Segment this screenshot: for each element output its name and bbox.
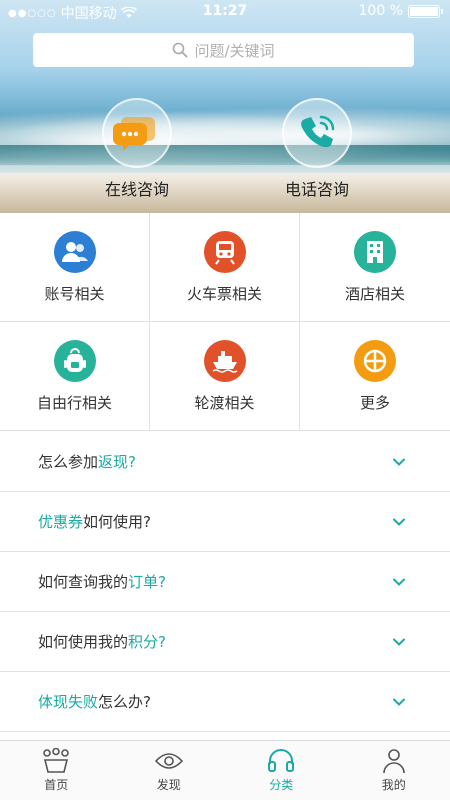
tab-label: 首页 bbox=[44, 778, 69, 792]
search-placeholder: 问题/关键词 bbox=[194, 41, 275, 60]
users-icon bbox=[53, 230, 96, 273]
category-grid: 账号相关 火车票相关 酒店相关 自由行相关 轮渡相关 更多 bbox=[0, 213, 450, 431]
tab-discover[interactable]: 发现 bbox=[113, 741, 226, 800]
faq-item-withdraw-failed[interactable]: 体现失败怎么办? bbox=[0, 672, 450, 732]
chat-bubbles-icon bbox=[102, 98, 172, 168]
category-label: 账号相关 bbox=[44, 284, 105, 303]
phone-consult-button[interactable]: 电话咨询 bbox=[252, 98, 382, 200]
category-account[interactable]: 账号相关 bbox=[0, 213, 150, 322]
category-train[interactable]: 火车票相关 bbox=[150, 213, 300, 322]
tab-category[interactable]: 分类 bbox=[225, 741, 338, 800]
search-input[interactable]: 问题/关键词 bbox=[33, 33, 414, 67]
chevron-down-icon bbox=[393, 458, 405, 466]
category-label: 自由行相关 bbox=[36, 393, 112, 412]
status-bar: ●●○○○ 中国移动 11:27 100 % bbox=[0, 0, 450, 24]
tab-bar: 首页 发现 分类 我的 bbox=[0, 740, 450, 800]
faq-question: 如何查询我的订单? bbox=[38, 573, 166, 591]
hotel-icon bbox=[354, 230, 396, 273]
backpack-icon bbox=[53, 339, 96, 382]
category-more[interactable]: 更多 bbox=[300, 322, 450, 431]
faq-item-coupon[interactable]: 优惠券如何使用? bbox=[0, 492, 450, 552]
tab-label: 发现 bbox=[156, 778, 181, 792]
train-icon bbox=[203, 230, 246, 273]
hero-banner: ●●○○○ 中国移动 11:27 100 % 问题/关键词 在线咨询 电话咨询 bbox=[0, 0, 450, 213]
home-icon bbox=[43, 748, 70, 773]
chevron-down-icon bbox=[393, 638, 405, 646]
chevron-down-icon bbox=[393, 698, 405, 706]
chevron-down-icon bbox=[393, 578, 405, 586]
tab-home[interactable]: 首页 bbox=[0, 741, 113, 800]
online-consult-label: 在线咨询 bbox=[104, 180, 169, 199]
chevron-down-icon bbox=[393, 518, 405, 526]
ship-icon bbox=[203, 339, 246, 382]
battery-icon bbox=[408, 4, 443, 18]
faq-list: 怎么参加返现? 优惠券如何使用? 如何查询我的订单? 如何使用我的积分? 体现失… bbox=[0, 432, 450, 732]
sea-decoration bbox=[0, 145, 450, 165]
faq-item-orders[interactable]: 如何查询我的订单? bbox=[0, 552, 450, 612]
category-label: 火车票相关 bbox=[186, 284, 262, 303]
category-ferry[interactable]: 轮渡相关 bbox=[150, 322, 300, 431]
faq-item-cashback[interactable]: 怎么参加返现? bbox=[0, 432, 450, 492]
tab-label: 分类 bbox=[269, 778, 294, 792]
eye-icon bbox=[154, 753, 183, 769]
category-label: 酒店相关 bbox=[344, 284, 405, 303]
phone-consult-label: 电话咨询 bbox=[284, 180, 349, 199]
faq-question: 体现失败怎么办? bbox=[38, 693, 151, 711]
search-icon bbox=[173, 42, 188, 58]
category-label: 更多 bbox=[359, 393, 390, 412]
faq-question: 优惠券如何使用? bbox=[38, 513, 151, 531]
faq-item-points[interactable]: 如何使用我的积分? bbox=[0, 612, 450, 672]
category-hotel[interactable]: 酒店相关 bbox=[300, 213, 450, 322]
phone-icon bbox=[282, 98, 352, 168]
tab-label: 我的 bbox=[381, 778, 406, 792]
online-consult-button[interactable]: 在线咨询 bbox=[72, 98, 202, 200]
more-icon bbox=[354, 339, 396, 382]
person-icon bbox=[382, 749, 405, 774]
faq-question: 怎么参加返现? bbox=[38, 453, 136, 471]
battery-label: 100 % bbox=[358, 3, 403, 19]
category-label: 轮渡相关 bbox=[194, 393, 255, 412]
tab-profile[interactable]: 我的 bbox=[338, 741, 450, 800]
faq-question: 如何使用我的积分? bbox=[38, 633, 166, 651]
headset-icon bbox=[268, 749, 295, 772]
shore-decoration bbox=[0, 173, 450, 213]
category-free-travel[interactable]: 自由行相关 bbox=[0, 322, 150, 431]
